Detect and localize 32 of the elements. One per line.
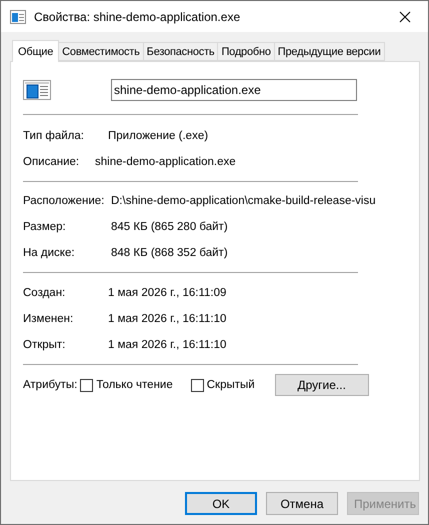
field-value: 1 мая 2026 г., 16:11:10 — [108, 339, 226, 351]
checkbox[interactable]: Скрытый — [190, 378, 255, 392]
field-label: Описание: — [23, 156, 80, 168]
field-label: На диске: — [23, 247, 76, 259]
app-icon — [10, 10, 26, 24]
field-label: Открыт: — [23, 339, 66, 351]
tab[interactable]: Предыдущие версии — [274, 42, 385, 61]
close-icon — [399, 10, 411, 22]
window-title: Свойства: shine-demo-application.exe — [34, 10, 242, 24]
attributes-label: Атрибуты: — [23, 379, 78, 391]
field-label: Создан: — [23, 287, 66, 299]
field-label: Размер: — [23, 221, 67, 233]
field-value: 1 мая 2026 г., 16:11:10 — [108, 313, 226, 325]
tab[interactable]: Безопасность — [142, 42, 218, 61]
dialog-button[interactable]: OK — [185, 492, 257, 515]
file-name-field[interactable]: shine-demo-application.exe — [111, 79, 357, 101]
field-value: 845 КБ (865 280 байт) — [111, 221, 228, 233]
checkbox[interactable]: Только чтение — [80, 378, 173, 392]
tab[interactable]: Подробно — [217, 42, 275, 61]
dialog-button[interactable]: Отмена — [266, 492, 338, 515]
other-attributes-button[interactable]: Другие... — [274, 374, 369, 396]
field-label: Изменен: — [23, 313, 74, 325]
field-value: shine-demo-application.exe — [95, 156, 236, 168]
field-value: 848 КБ (868 352 байт) — [111, 247, 228, 259]
field-value: D:\shine-demo-application\cmake-build-release-visu — [111, 195, 376, 207]
field-value: 1 мая 2026 г., 16:11:09 — [108, 287, 226, 299]
field-label: Расположение: — [23, 195, 106, 207]
tab[interactable]: Совместимость — [58, 42, 144, 61]
app-icon — [23, 80, 51, 100]
field-label: Тип файла: — [23, 130, 85, 142]
tab[interactable]: Общие — [12, 40, 60, 62]
field-value: Приложение (.exe) — [108, 130, 208, 142]
